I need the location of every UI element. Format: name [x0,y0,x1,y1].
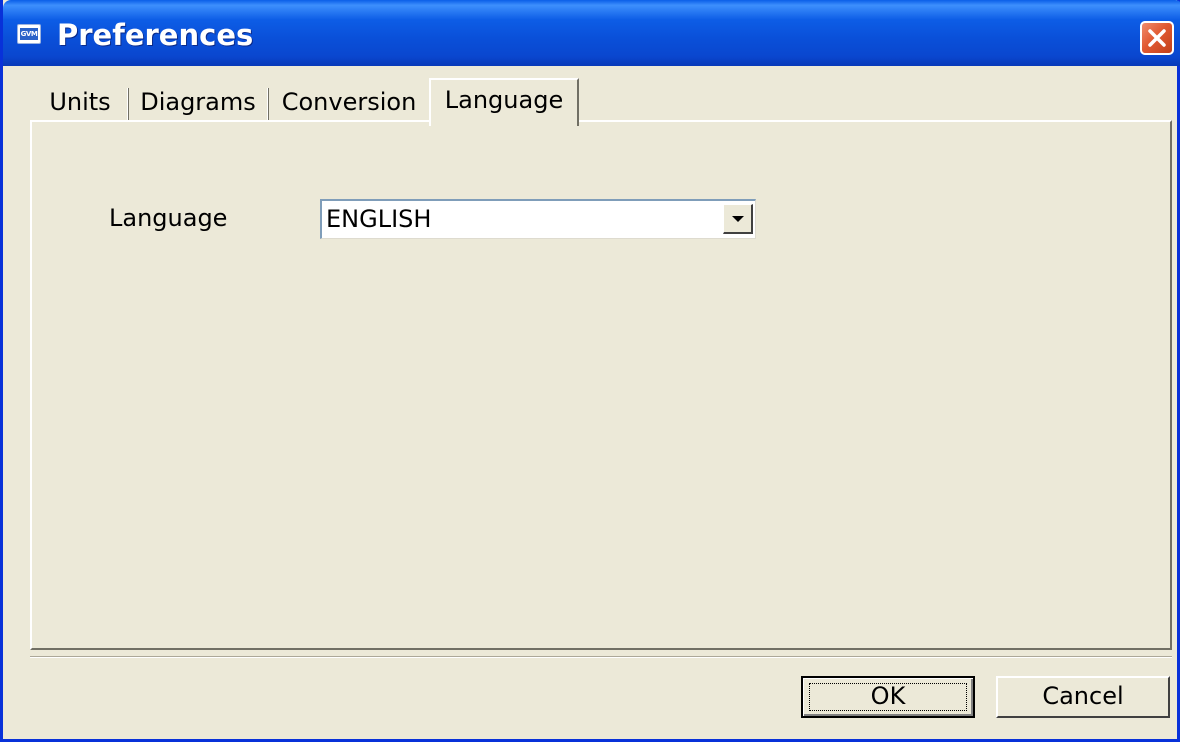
tab-divider [267,88,269,122]
ok-button[interactable]: OK [801,676,975,718]
preferences-dialog: GVM Preferences Units Diagrams Conversio… [0,0,1180,742]
dropdown-button[interactable] [723,204,753,234]
tab-conversion[interactable]: Conversion [271,84,427,122]
close-button[interactable] [1140,21,1174,55]
button-separator [30,656,1172,658]
title-bar[interactable]: GVM Preferences [3,0,1180,66]
close-icon [1148,29,1166,47]
window-title: Preferences [57,18,254,52]
tab-units[interactable]: Units [35,84,125,122]
app-icon: GVM [17,24,41,44]
chevron-down-icon [732,216,744,222]
focus-rect [809,683,967,711]
language-selected-value: ENGLISH [326,205,432,233]
cancel-button[interactable]: Cancel [996,676,1170,718]
tab-language[interactable]: Language [429,78,579,126]
tab-divider [127,88,129,122]
language-label: Language [109,204,228,232]
language-dropdown[interactable]: ENGLISH [320,199,756,239]
tab-diagrams[interactable]: Diagrams [131,84,265,122]
